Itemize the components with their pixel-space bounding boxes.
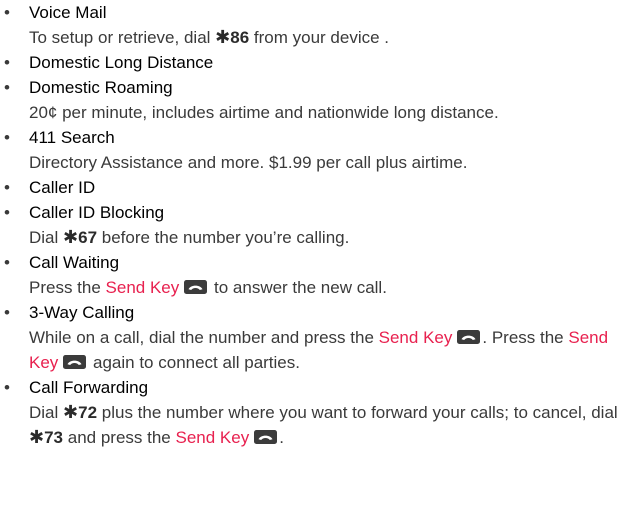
description-text: Dial (29, 403, 64, 422)
feature-description: Dial ✱67 before the number you’re callin… (29, 225, 638, 250)
feature-description: While on a call, dial the number and pre… (29, 325, 638, 375)
send-key-icon (63, 355, 86, 369)
feature-description: To setup or retrieve, dial ✱86 from your… (29, 25, 638, 50)
send-key-icon (254, 430, 277, 444)
bullet: • (4, 253, 10, 272)
send-key-label: Send Key (105, 278, 180, 297)
feature-title: Caller ID Blocking (29, 203, 165, 222)
description-text: . (279, 428, 284, 447)
feature-domestic-roaming: • Domestic Roaming 20¢ per minute, inclu… (0, 75, 638, 125)
description-text: While on a call, dial the number and pre… (29, 328, 379, 347)
description-text: To setup or retrieve, dial (29, 28, 216, 47)
bullet: • (4, 378, 10, 397)
feature-title: Domestic Long Distance (29, 53, 214, 72)
dial-code: 67 (78, 228, 98, 247)
feature-title: Call Waiting (29, 253, 120, 272)
feature-title: 411 Search (29, 128, 115, 147)
description-text: . Press the (482, 328, 569, 347)
description-text: Dial (29, 228, 64, 247)
feature-3-way-calling: • 3-Way Calling While on a call, dial th… (0, 300, 638, 375)
star-icon: ✱ (63, 227, 79, 247)
send-key-icon (184, 280, 207, 294)
feature-title: Voice Mail (29, 3, 107, 22)
feature-description: Dial ✱72 plus the number where you want … (29, 400, 638, 450)
description-text: and press the (63, 428, 176, 447)
description-text: Press the (29, 278, 106, 297)
feature-caller-id-blocking: • Caller ID Blocking Dial ✱67 before the… (0, 200, 638, 250)
feature-voice-mail: • Voice Mail To setup or retrieve, dial … (0, 0, 638, 50)
feature-call-forwarding: • Call Forwarding Dial ✱72 plus the numb… (0, 375, 638, 450)
bullet: • (4, 78, 10, 97)
send-key-label: Send Key (175, 428, 250, 447)
bullet: • (4, 128, 10, 147)
description-text: plus the number where you want to forwar… (97, 403, 618, 422)
description-text: again to connect all parties. (88, 353, 300, 372)
bullet: • (4, 303, 10, 322)
bullet: • (4, 203, 10, 222)
bullet: • (4, 178, 10, 197)
feature-description: 20¢ per minute, includes airtime and nat… (29, 103, 499, 122)
description-text: before the number you’re calling. (97, 228, 350, 247)
star-icon: ✱ (29, 427, 45, 447)
feature-title: Caller ID (29, 178, 96, 197)
dial-code: 72 (78, 403, 98, 422)
feature-title: 3-Way Calling (29, 303, 135, 322)
feature-title: Domestic Roaming (29, 78, 173, 97)
feature-list: • Voice Mail To setup or retrieve, dial … (0, 0, 638, 450)
feature-description: Press the Send Key to answer the new cal… (29, 275, 638, 300)
feature-title: Call Forwarding (29, 378, 149, 397)
feature-domestic-long-distance: • Domestic Long Distance (0, 50, 638, 75)
description-text: to answer the new call. (209, 278, 387, 297)
send-key-icon (457, 330, 480, 344)
star-icon: ✱ (63, 402, 79, 422)
feature-description: Directory Assistance and more. $1.99 per… (29, 153, 468, 172)
feature-411-search: • 411 Search Directory Assistance and mo… (0, 125, 638, 175)
description-text: from your device . (249, 28, 389, 47)
send-key-label: Send Key (378, 328, 453, 347)
dial-code: 86 (230, 28, 250, 47)
star-icon: ✱ (215, 27, 231, 47)
feature-caller-id: • Caller ID (0, 175, 638, 200)
dial-code: 73 (44, 428, 64, 447)
feature-call-waiting: • Call Waiting Press the Send Key to ans… (0, 250, 638, 300)
bullet: • (4, 53, 10, 72)
bullet: • (4, 3, 10, 22)
